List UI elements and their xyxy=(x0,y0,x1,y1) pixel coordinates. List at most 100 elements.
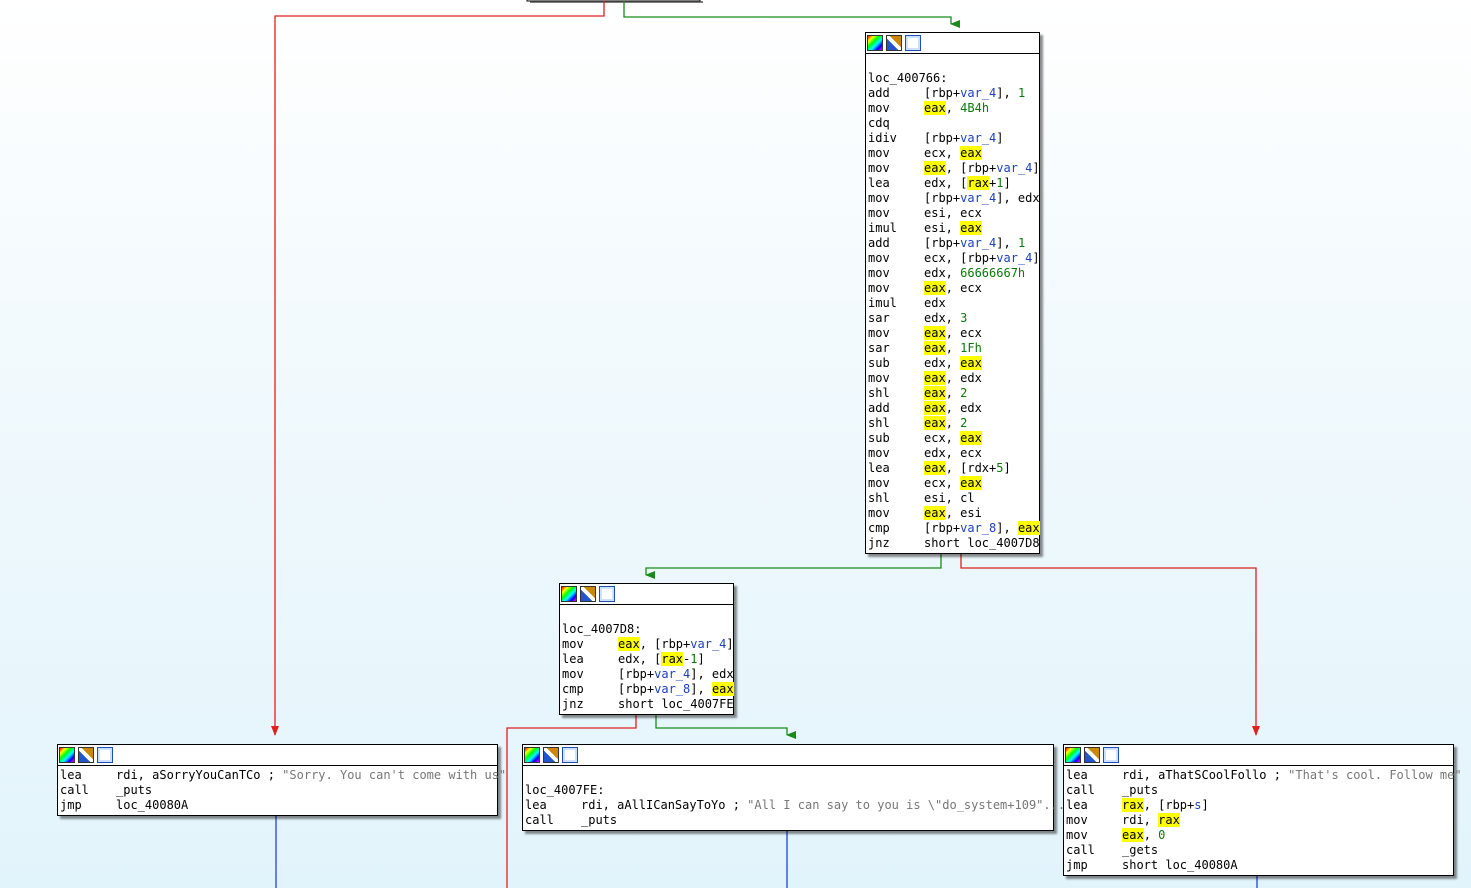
block-label[interactable]: loc_4007FE: xyxy=(525,783,1051,798)
node-cool[interactable]: lea rdi, aThatSCoolFollo ; "That's cool. … xyxy=(1063,744,1462,876)
instruction-line[interactable]: idiv [rbp+var_4] xyxy=(868,131,1037,146)
instruction-line[interactable]: mov [rbp+var_4], edx xyxy=(562,667,734,682)
graph-view-icon[interactable] xyxy=(599,586,615,602)
instruction-mnemonic: sub xyxy=(868,356,890,370)
instruction-operands: eax, 0 xyxy=(1122,828,1166,842)
instruction-line[interactable]: lea rax, [rbp+s] xyxy=(1066,798,1451,813)
instruction-line[interactable]: mov eax, [rbp+var_4] xyxy=(562,637,734,652)
instruction-line[interactable]: cmp [rbp+var_8], eax xyxy=(562,682,734,697)
instruction-line[interactable]: shl esi, cl xyxy=(868,491,1037,506)
instruction-line[interactable]: jnz short loc_4007FE xyxy=(562,697,734,712)
instruction-line[interactable]: lea edx, [rax-1] xyxy=(562,652,731,667)
instruction-mnemonic: jmp xyxy=(1066,858,1088,872)
instruction-operands: short loc_40080A xyxy=(1122,858,1238,872)
instruction-line[interactable]: mov eax, ecx xyxy=(868,326,1037,341)
instruction-operands: eax, edx xyxy=(924,371,982,385)
instruction-line[interactable]: shl eax, 2 xyxy=(868,416,1037,431)
instruction-operands: short loc_4007FE xyxy=(618,697,734,711)
instruction-line[interactable]: mov edx, 66666667h xyxy=(868,266,1037,281)
instruction-line[interactable]: imul edx xyxy=(868,296,1037,311)
instruction-operands: eax, 4B4h xyxy=(924,101,990,115)
instruction-line[interactable]: sar eax, 1Fh xyxy=(868,341,1037,356)
instruction-operands: [rbp+var_4] xyxy=(924,131,1004,145)
instruction-line[interactable]: mov eax, esi xyxy=(868,506,1037,521)
instruction-line[interactable]: mov ecx, eax xyxy=(868,146,1037,161)
instruction-line[interactable]: call _puts xyxy=(1066,783,1451,798)
color-palette-icon[interactable] xyxy=(59,747,75,763)
node-header xyxy=(1064,745,1453,766)
instruction-operands: esi, cl xyxy=(924,491,975,505)
edit-node-icon[interactable] xyxy=(886,35,902,51)
node-loc_4007D8[interactable]: loc_4007D8: mov eax, [rbp+var_4] lea edx, [r… xyxy=(559,583,734,715)
instruction-line[interactable]: mov esi, ecx xyxy=(868,206,1037,221)
block-label[interactable]: loc_4007D8: xyxy=(562,622,731,637)
instruction-line[interactable]: lea rdi, aThatSCoolFollo ; "That's cool. … xyxy=(1066,768,1462,783)
instruction-line[interactable]: lea rdi, aAllICanSayToYo ; "All I can say… xyxy=(525,798,1065,813)
instruction-operands: eax, [rbp+var_4] xyxy=(924,161,1040,175)
instruction-line[interactable]: add [rbp+var_4], 1 xyxy=(868,86,1037,101)
node-loc_400766[interactable]: loc_400766: add [rbp+var_4], 1 mov eax, 4B4h… xyxy=(865,32,1040,554)
color-palette-icon[interactable] xyxy=(867,35,883,51)
instruction-line[interactable]: mov [rbp+var_4], edx xyxy=(868,191,1040,206)
instruction-line[interactable]: mov eax, ecx xyxy=(868,281,1037,296)
instruction-line[interactable]: add eax, edx xyxy=(868,401,1037,416)
instruction-line[interactable]: add [rbp+var_4], 1 xyxy=(868,236,1037,251)
instruction-line[interactable]: sub ecx, eax xyxy=(868,431,1037,446)
instruction-mnemonic: mov xyxy=(1066,828,1088,842)
instruction-mnemonic: shl xyxy=(868,386,890,400)
block-label[interactable]: loc_400766: xyxy=(868,71,1037,86)
node-body: loc_4007FE: lea rdi, aAllICanSayToYo ; "Al… xyxy=(523,766,1065,830)
instruction-line[interactable]: call _puts xyxy=(60,783,495,798)
node-sorry[interactable]: lea rdi, aSorryYouCanTCo ; "Sorry. You ca… xyxy=(57,744,506,816)
instruction-mnemonic: sar xyxy=(868,311,890,325)
node-header xyxy=(866,33,1039,54)
instruction-mnemonic: mov xyxy=(868,161,890,175)
instruction-line[interactable]: cmp [rbp+var_8], eax xyxy=(868,521,1040,536)
instruction-line[interactable]: mov ecx, [rbp+var_4] xyxy=(868,251,1040,266)
instruction-line[interactable]: cdq xyxy=(868,116,1037,131)
instruction-line[interactable]: mov eax, 4B4h xyxy=(868,101,1037,116)
instruction-operands: edx, [rax+1] xyxy=(924,176,1011,190)
instruction-line[interactable]: sub edx, eax xyxy=(868,356,1037,371)
instruction-line[interactable]: lea eax, [rdx+5] xyxy=(868,461,1037,476)
color-palette-icon[interactable] xyxy=(524,747,540,763)
edit-node-icon[interactable] xyxy=(543,747,559,763)
instruction-operands: loc_40080A xyxy=(116,798,189,812)
instruction-mnemonic: jmp xyxy=(60,798,82,812)
instruction-line[interactable]: jmp loc_40080A xyxy=(60,798,495,813)
node-body: lea rdi, aSorryYouCanTCo ; "Sorry. You ca… xyxy=(58,766,506,815)
instruction-operands: [rbp+var_4], edx xyxy=(924,191,1040,205)
graph-view-icon[interactable] xyxy=(1103,747,1119,763)
instruction-mnemonic: jnz xyxy=(562,697,584,711)
instruction-line[interactable]: mov eax, 0 xyxy=(1066,828,1451,843)
graph-view-icon[interactable] xyxy=(97,747,113,763)
instruction-line[interactable]: shl eax, 2 xyxy=(868,386,1037,401)
instruction-operands: eax, edx xyxy=(924,401,982,415)
instruction-line[interactable]: sar edx, 3 xyxy=(868,311,1037,326)
graph-view-icon[interactable] xyxy=(562,747,578,763)
instruction-line[interactable]: imul esi, eax xyxy=(868,221,1037,236)
instruction-line[interactable]: call _gets xyxy=(1066,843,1451,858)
instruction-line[interactable]: call _puts xyxy=(525,813,1051,828)
instruction-line[interactable]: mov edx, ecx xyxy=(868,446,1037,461)
edit-node-icon[interactable] xyxy=(1084,747,1100,763)
node-loc_4007FE[interactable]: loc_4007FE: lea rdi, aAllICanSayToYo ; "Al… xyxy=(522,744,1065,831)
instruction-line[interactable]: mov ecx, eax xyxy=(868,476,1037,491)
instruction-line[interactable]: mov eax, edx xyxy=(868,371,1037,386)
instruction-line[interactable]: jmp short loc_40080A xyxy=(1066,858,1451,873)
instruction-mnemonic: sub xyxy=(868,431,890,445)
graph-view-icon[interactable] xyxy=(905,35,921,51)
color-palette-icon[interactable] xyxy=(561,586,577,602)
instruction-line[interactable]: lea edx, [rax+1] xyxy=(868,176,1037,191)
color-palette-icon[interactable] xyxy=(1065,747,1081,763)
edit-node-icon[interactable] xyxy=(78,747,94,763)
instruction-line[interactable]: lea rdi, aSorryYouCanTCo ; "Sorry. You ca… xyxy=(60,768,506,783)
instruction-line[interactable]: mov rdi, rax xyxy=(1066,813,1451,828)
edit-node-icon[interactable] xyxy=(580,586,596,602)
node-body: lea rdi, aThatSCoolFollo ; "That's cool. … xyxy=(1064,766,1462,875)
instruction-line[interactable]: jnz short loc_4007D8 xyxy=(868,536,1040,551)
instruction-line[interactable]: mov eax, [rbp+var_4] xyxy=(868,161,1040,176)
instruction-mnemonic: shl xyxy=(868,416,890,430)
